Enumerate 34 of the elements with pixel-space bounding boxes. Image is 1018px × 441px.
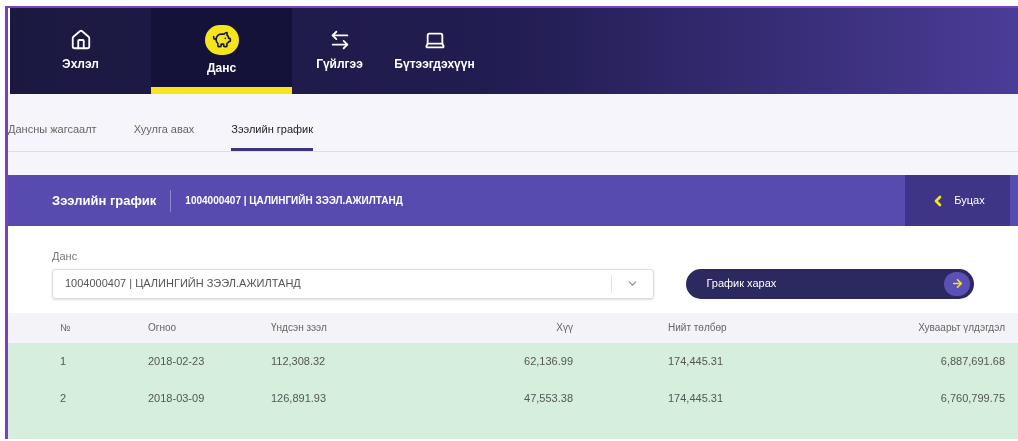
table-cell-text: 62,136.99: [523, 353, 573, 369]
table-cell-text: 6,760,799.75: [939, 390, 1005, 406]
account-title: 1004000407 | ЦАЛИНГИЙН ЗЭЭЛ.АЖИЛТАНД: [185, 193, 403, 208]
table-cell-text: 2018-03-09: [148, 390, 206, 406]
nav-tab[interactable]: Гүйлгээ: [292, 8, 387, 94]
section-title: Зээлийн график: [52, 191, 157, 210]
table-cell-text: 174,445.31: [667, 353, 725, 369]
nav-tab[interactable]: Данс: [151, 8, 292, 94]
sub-tab[interactable]: Дансны жагсаалт: [8, 121, 97, 148]
table-cell-text: 2: [60, 390, 68, 406]
table-cell-text: 174,445.31: [667, 390, 725, 406]
back-button[interactable]: Буцах: [905, 175, 1010, 226]
table-cell-text: 6,887,691.68: [939, 353, 1005, 369]
table-cell-text: 112,308.32: [271, 353, 327, 369]
piggy-bank-icon: [204, 25, 239, 55]
table-cell-text: 126,891.93: [271, 390, 328, 406]
account-select[interactable]: 1004000407 | ЦАЛИНГИЙН ЗЭЭЛ.АЖИЛТАНД: [52, 268, 655, 299]
column-header: №: [60, 321, 72, 335]
table-cell-text: 2018-02-23: [148, 353, 206, 369]
view-schedule-button[interactable]: График харах: [686, 268, 974, 299]
arrow-right-icon: [944, 271, 970, 296]
column-header: Хуваарьт үлдэгдэл: [917, 321, 1005, 335]
table-cell-text: 47,553.38: [523, 390, 573, 406]
column-header: Огноо: [148, 321, 178, 335]
home-icon: [69, 29, 92, 51]
column-header: Үндсэн зээл: [271, 321, 328, 335]
nav-tab[interactable]: Эхлэл: [10, 8, 151, 94]
sub-tab[interactable]: Хуулга авах: [133, 121, 195, 148]
field-label: Данс: [52, 249, 79, 264]
sub-tab[interactable]: Зээлийн график: [231, 121, 314, 151]
column-header: Нийт төлбөр: [667, 321, 728, 335]
column-header: Хүү: [555, 321, 573, 335]
table-cell-text: 1: [60, 353, 68, 369]
nav-tab[interactable]: Бүтээгдэхүүн: [387, 8, 482, 94]
